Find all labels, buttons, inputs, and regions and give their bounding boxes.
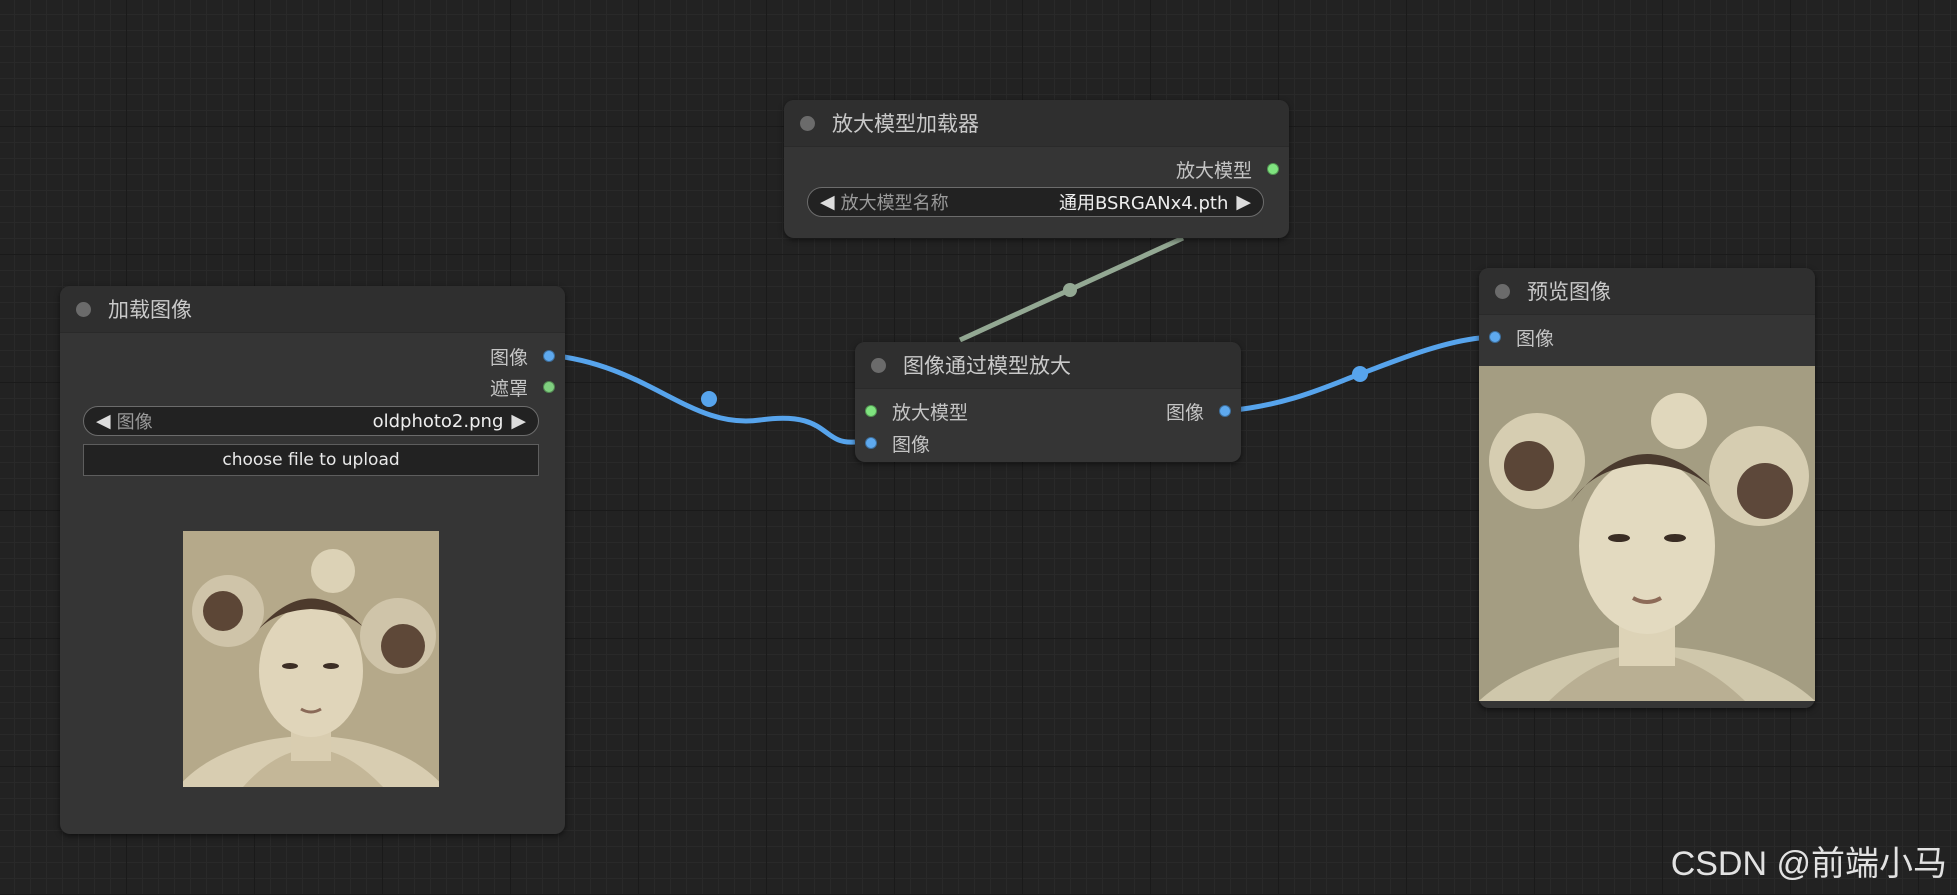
output-upscale-model-dot[interactable] (1267, 163, 1279, 175)
link-midpoint-image-1[interactable] (701, 391, 717, 407)
combo-next-arrow-icon[interactable]: ▶ (1230, 191, 1263, 213)
node-collapse-dot[interactable] (871, 357, 886, 373)
input-label-image: 图像 (892, 433, 931, 456)
output-label-mask: 遮罩 (489, 377, 528, 400)
combo-prev-arrow-icon[interactable]: ◀ (808, 191, 841, 213)
combo-prev-arrow-icon[interactable]: ◀ (84, 410, 117, 432)
node-image-upscale-with-model[interactable]: 图像通过模型放大 放大模型 图像 图像 (855, 342, 1241, 462)
combo-label: 图像 (116, 412, 153, 433)
node-preview-image[interactable]: 预览图像 图像 (1479, 268, 1815, 708)
node-collapse-dot[interactable] (1495, 283, 1510, 299)
node-title: 图像通过模型放大 (903, 354, 1071, 378)
combo-label: 放大模型名称 (840, 193, 949, 214)
output-label-upscale-model: 放大模型 (1175, 159, 1252, 182)
link-upscale-to-preview[interactable] (1225, 335, 1481, 414)
input-image-dot[interactable] (1489, 331, 1501, 343)
input-label-upscale-model: 放大模型 (892, 401, 969, 424)
upload-file-button[interactable]: choose file to upload (83, 444, 539, 476)
node-load-image[interactable]: 加载图像 图像 遮罩 ◀ 图像 oldphoto2.png ▶ choose f… (60, 286, 565, 834)
link-midpoint-model[interactable] (1063, 283, 1077, 297)
input-slot-image[interactable]: 图像 (1489, 324, 1554, 350)
node-upscale-model-loader[interactable]: 放大模型加载器 放大模型 ◀ 放大模型名称 通用BSRGANx4.pth ▶ (784, 100, 1289, 238)
output-image-dot[interactable] (1219, 405, 1231, 417)
node-collapse-dot[interactable] (800, 115, 815, 131)
input-image-dot[interactable] (865, 437, 877, 449)
node-title-bar[interactable]: 加载图像 (60, 286, 565, 333)
node-title-bar[interactable]: 图像通过模型放大 (855, 342, 1241, 389)
output-image-preview (1479, 366, 1815, 701)
input-image-preview (183, 531, 439, 787)
input-upscale-model-dot[interactable] (865, 405, 877, 417)
output-slot-image[interactable]: 图像 (1166, 398, 1231, 424)
link-loadimage-to-upscale[interactable] (548, 352, 856, 445)
node-graph-canvas[interactable]: 加载图像 图像 遮罩 ◀ 图像 oldphoto2.png ▶ choose f… (0, 0, 1957, 895)
image-combo-widget[interactable]: ◀ 图像 oldphoto2.png ▶ (83, 406, 539, 436)
node-title-bar[interactable]: 预览图像 (1479, 268, 1815, 315)
input-slot-upscale-model[interactable]: 放大模型 (865, 398, 968, 424)
output-slot-image[interactable]: 图像 (490, 343, 555, 369)
node-collapse-dot[interactable] (76, 301, 91, 317)
combo-value: 通用BSRGANx4.pth (1058, 193, 1229, 214)
model-name-combo-widget[interactable]: ◀ 放大模型名称 通用BSRGANx4.pth ▶ (807, 187, 1264, 217)
node-title: 加载图像 (108, 298, 192, 322)
output-slot-mask[interactable]: 遮罩 (490, 374, 555, 400)
node-title: 放大模型加载器 (832, 112, 979, 136)
combo-value: oldphoto2.png (372, 410, 504, 432)
output-slot-upscale-model[interactable]: 放大模型 (1176, 156, 1279, 182)
output-label-image: 图像 (489, 346, 528, 369)
watermark-text: CSDN @前端小马 (1670, 845, 1947, 883)
node-title: 预览图像 (1527, 280, 1611, 304)
link-midpoint-image-2[interactable] (1352, 366, 1368, 382)
combo-next-arrow-icon[interactable]: ▶ (505, 410, 538, 432)
node-title-bar[interactable]: 放大模型加载器 (784, 100, 1289, 147)
output-image-dot[interactable] (543, 350, 555, 362)
output-label-image: 图像 (1165, 401, 1204, 424)
input-slot-image[interactable]: 图像 (865, 430, 930, 456)
link-model-to-upscale[interactable] (958, 235, 1185, 343)
output-mask-dot[interactable] (543, 381, 555, 393)
input-label-image: 图像 (1516, 327, 1555, 350)
